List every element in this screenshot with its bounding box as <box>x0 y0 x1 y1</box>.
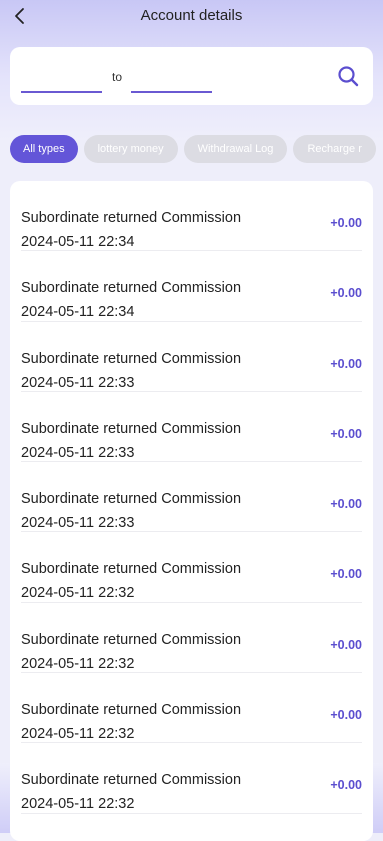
record-date: 2024-05-11 22:34 <box>21 304 135 321</box>
search-icon <box>338 66 359 87</box>
record-date: 2024-05-11 22:33 <box>21 515 135 532</box>
record-amount: +0.00 <box>330 286 362 301</box>
list-item[interactable]: Subordinate returned Commission 2024-05-… <box>21 392 362 463</box>
record-title: Subordinate returned Commission <box>21 772 242 789</box>
record-title: Subordinate returned Commission <box>21 420 242 437</box>
page-title: Account details <box>140 7 243 24</box>
record-amount: +0.00 <box>330 497 362 512</box>
record-date: 2024-05-11 22:32 <box>21 726 135 743</box>
list-item[interactable]: Subordinate returned Commission 2024-05-… <box>21 532 362 603</box>
record-title: Subordinate returned Commission <box>21 631 242 648</box>
list-item[interactable]: Subordinate returned Commission 2024-05-… <box>21 462 362 533</box>
record-date: 2024-05-11 22:32 <box>21 796 135 813</box>
app-header: Account details <box>0 0 383 34</box>
type-tabs: All types lottery money Withdrawal Log Rech… <box>10 135 383 163</box>
record-title: Subordinate returned Commission <box>21 210 242 226</box>
date-from-input[interactable] <box>21 65 102 93</box>
record-date: 2024-05-11 22:33 <box>21 374 135 391</box>
record-title: Subordinate returned Commission <box>21 561 242 578</box>
record-amount: +0.00 <box>330 637 362 652</box>
record-title: Subordinate returned Commission <box>21 280 242 297</box>
tab-recharge[interactable]: Recharge r <box>293 135 376 163</box>
list-item[interactable]: Subordinate returned Commission 2024-05-… <box>21 181 362 252</box>
record-amount: +0.00 <box>330 356 362 371</box>
list-item[interactable]: Subordinate returned Commission 2024-05-… <box>21 251 362 322</box>
record-date: 2024-05-11 22:32 <box>21 655 135 672</box>
search-button[interactable] <box>337 65 359 87</box>
record-title: Subordinate returned Commission <box>21 350 242 367</box>
tab-lottery-money[interactable]: lottery money <box>83 135 178 163</box>
records-list: Subordinate returned Commission 2024-05-… <box>10 181 373 841</box>
to-label: to <box>112 70 123 84</box>
date-filter-card: to <box>10 47 373 105</box>
date-to-input[interactable] <box>131 65 212 93</box>
list-item[interactable]: Subordinate returned Commission 2024-05-… <box>21 673 362 744</box>
list-item[interactable]: Subordinate returned Commission 2024-05-… <box>21 603 362 674</box>
record-amount: +0.00 <box>330 426 362 441</box>
list-item[interactable]: Subordinate returned Commission 2024-05-… <box>21 322 362 392</box>
record-date: 2024-05-11 22:33 <box>21 444 135 461</box>
tab-all-types[interactable]: All types <box>10 135 78 163</box>
record-amount: +0.00 <box>330 778 362 793</box>
record-date: 2024-05-11 22:34 <box>21 234 135 250</box>
record-amount: +0.00 <box>330 567 362 582</box>
record-title: Subordinate returned Commission <box>21 491 242 508</box>
record-amount: +0.00 <box>330 216 362 230</box>
record-title: Subordinate returned Commission <box>21 702 242 719</box>
record-date: 2024-05-11 22:32 <box>21 585 135 602</box>
record-amount: +0.00 <box>330 708 362 723</box>
tab-withdrawal-log[interactable]: Withdrawal Log <box>183 135 288 163</box>
list-item[interactable]: Subordinate returned Commission 2024-05-… <box>21 743 362 814</box>
